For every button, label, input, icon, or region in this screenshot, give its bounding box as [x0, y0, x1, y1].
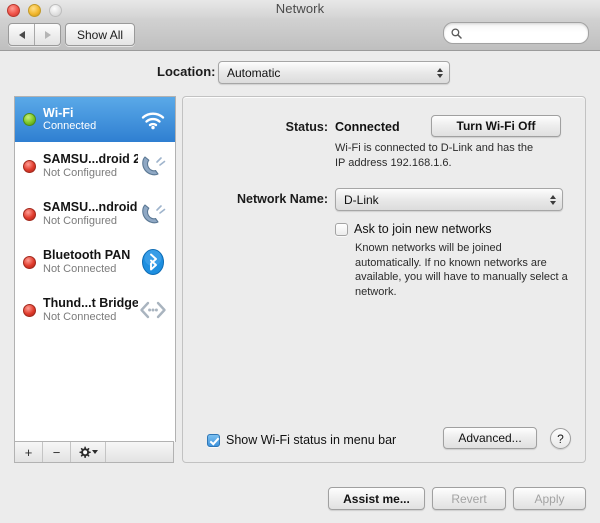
navigation-segmented-control [8, 23, 61, 46]
status-dot-not-configured [23, 160, 36, 173]
sidebar-item-name: SAMSU...droid 2 [43, 152, 138, 166]
status-label: Status: [253, 120, 328, 134]
sidebar-item-name: Thund...t Bridge [43, 296, 138, 310]
show-all-label: Show All [77, 28, 123, 42]
thunderbolt-bridge-icon [138, 295, 168, 325]
status-description: Wi-Fi is connected to D-Link and has the… [335, 141, 545, 170]
turn-wifi-off-label: Turn Wi-Fi Off [457, 119, 536, 133]
sidebar-item-name: Wi-Fi [43, 106, 138, 120]
window-title: Network [0, 1, 600, 16]
gear-icon [78, 446, 91, 459]
sidebar-item-status: Not Configured [43, 215, 138, 228]
sidebar-item-name: Bluetooth PAN [43, 248, 138, 262]
network-services-list[interactable]: Wi-Fi Connected SAMSU...droid 2 Not Conf [14, 96, 176, 442]
apply-button: Apply [513, 487, 586, 510]
sidebar-toolbar: + − [14, 441, 174, 463]
network-preferences-window: Network Show All Location: [0, 0, 600, 523]
sidebar-item-status: Not Connected [43, 263, 138, 276]
action-menu-button[interactable] [71, 442, 106, 462]
chevron-down-icon [92, 450, 98, 454]
help-button[interactable]: ? [550, 428, 571, 449]
sidebar-item-bluetooth-pan[interactable]: Bluetooth PAN Not Connected [15, 238, 175, 286]
show-all-button[interactable]: Show All [65, 23, 135, 46]
sidebar-item-status: Connected [43, 120, 138, 133]
advanced-button[interactable]: Advanced... [443, 427, 537, 449]
network-name-value: D-Link [344, 193, 379, 207]
search-icon [451, 28, 462, 39]
network-name-popup-button[interactable]: D-Link [335, 188, 563, 211]
status-dot-connected [23, 113, 36, 126]
status-dot-not-connected [23, 256, 36, 269]
ask-to-join-help-text: Known networks will be joined automatica… [355, 241, 570, 300]
status-dot-not-connected [23, 304, 36, 317]
sidebar-item-samsung-droid-2[interactable]: SAMSU...droid 2 Not Configured [15, 142, 175, 190]
ask-to-join-checkbox[interactable] [335, 223, 348, 236]
assist-me-label: Assist me... [343, 492, 410, 506]
arrow-right-icon [45, 31, 51, 39]
revert-button: Revert [432, 487, 506, 510]
location-selected-value: Automatic [227, 66, 280, 80]
sidebar-item-name: SAMSU...ndroid [43, 200, 138, 214]
add-service-label: + [25, 445, 33, 460]
search-field[interactable] [443, 22, 589, 44]
status-value: Connected [335, 120, 400, 134]
arrow-left-icon [19, 31, 25, 39]
sidebar-item-status: Not Configured [43, 167, 138, 180]
question-mark-icon: ? [557, 432, 564, 446]
forward-button [34, 24, 60, 45]
status-dot-not-configured [23, 208, 36, 221]
sidebar-item-wifi[interactable]: Wi-Fi Connected [15, 97, 175, 142]
remove-service-label: − [53, 445, 61, 460]
toolbar: Show All [0, 18, 600, 51]
location-label: Location: [157, 64, 216, 79]
chevron-updown-icon [437, 68, 443, 78]
apply-label: Apply [534, 492, 564, 506]
search-input[interactable] [466, 26, 580, 40]
ask-to-join-checkbox-row[interactable]: Ask to join new networks [335, 222, 492, 236]
location-popup-button[interactable]: Automatic [218, 61, 450, 84]
sidebar-item-samsung-android[interactable]: SAMSU...ndroid Not Configured [15, 190, 175, 238]
assist-me-button[interactable]: Assist me... [328, 487, 425, 510]
turn-wifi-off-button[interactable]: Turn Wi-Fi Off [431, 115, 561, 137]
network-name-label: Network Name: [233, 192, 328, 206]
ask-to-join-label: Ask to join new networks [354, 222, 492, 236]
advanced-label: Advanced... [458, 431, 521, 445]
revert-label: Revert [451, 492, 486, 506]
remove-service-button[interactable]: − [43, 442, 71, 462]
phone-modem-icon [138, 199, 168, 229]
bluetooth-icon [138, 247, 168, 277]
show-status-checkbox-row[interactable]: Show Wi-Fi status in menu bar [207, 433, 396, 447]
chevron-updown-icon [550, 195, 556, 205]
phone-modem-icon [138, 151, 168, 181]
back-button[interactable] [9, 24, 34, 45]
show-status-checkbox[interactable] [207, 434, 220, 447]
wifi-settings-panel: Status: Connected Wi-Fi is connected to … [182, 96, 586, 463]
window-titlebar: Network [0, 0, 600, 18]
add-service-button[interactable]: + [15, 442, 43, 462]
sidebar-item-thunderbolt-bridge[interactable]: Thund...t Bridge Not Connected [15, 286, 175, 334]
wifi-icon [138, 105, 168, 135]
show-status-label: Show Wi-Fi status in menu bar [226, 433, 396, 447]
sidebar-item-status: Not Connected [43, 311, 138, 324]
